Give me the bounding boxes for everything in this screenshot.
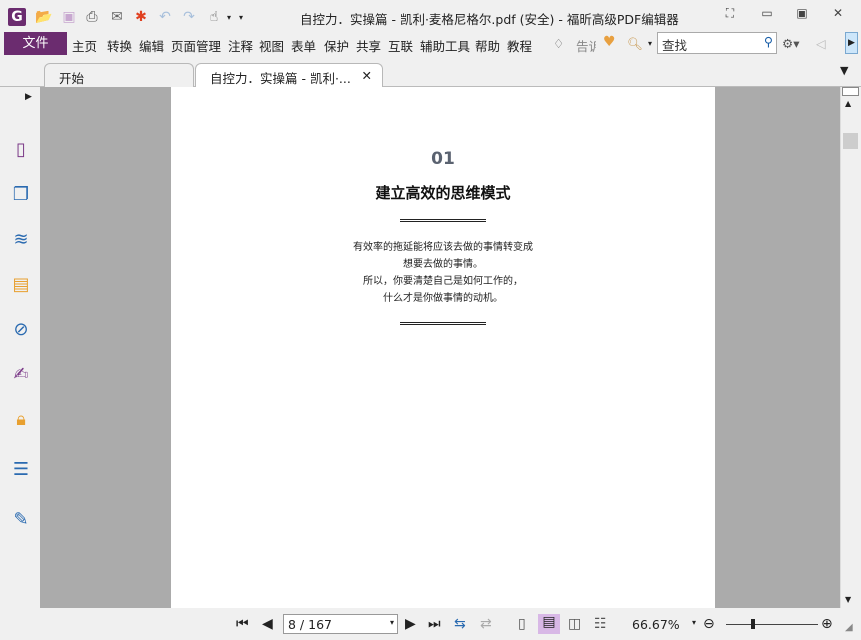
comments-icon[interactable]: ▤: [10, 274, 32, 296]
body-line: 想要去做的事情。: [403, 259, 483, 270]
menu-home[interactable]: 主页: [72, 36, 97, 55]
first-page-icon[interactable]: ⏮: [236, 616, 249, 632]
tab-document[interactable]: 自控力．实操篇 - 凯利·... ✕: [195, 63, 383, 88]
resize-grip-icon[interactable]: ◢: [845, 622, 853, 633]
form-fields-icon[interactable]: ☰: [10, 459, 32, 481]
divider: [400, 219, 486, 222]
vertical-scrollbar[interactable]: ▲ ▼: [840, 87, 861, 608]
menu-connect[interactable]: 互联: [388, 36, 413, 55]
expand-panel-icon[interactable]: ▶: [25, 92, 32, 102]
divider: [400, 322, 486, 325]
page-thumbnails-icon[interactable]: ▯: [10, 139, 32, 161]
signature-icon[interactable]: ✍: [10, 364, 32, 386]
chapter-number: 01: [431, 149, 455, 169]
chevron-down-icon[interactable]: ▾: [692, 618, 696, 627]
status-bar: ⏮ ◀ 8 / 167 ▾ ▶ ⏭ ⇆ ⇄ ▯ ▤ ◫ ☷ 66.67% ▾ ⊖ …: [0, 608, 861, 640]
body-line: 有效率的拖延能将应该去做的事情转变成: [353, 242, 533, 253]
single-page-icon[interactable]: ▯: [518, 616, 526, 632]
minimize-button[interactable]: ▭: [757, 6, 777, 24]
facing-pages-icon[interactable]: ◫: [568, 616, 581, 632]
window-title: 自控力．实操篇 - 凯利·麦格尼格尔.pdf (安全) - 福昕高级PDF编辑器: [300, 12, 679, 27]
email-icon[interactable]: ✉: [108, 8, 126, 26]
chapter-title: 建立高效的思维模式: [375, 184, 511, 202]
menu-accessibility[interactable]: 辅助工具: [420, 36, 470, 55]
new-document-icon[interactable]: ✱: [132, 8, 150, 26]
menu-share[interactable]: 共享: [356, 36, 381, 55]
customize-toolbar-icon[interactable]: ▾: [232, 8, 250, 26]
scroll-right-button[interactable]: ▶: [845, 32, 858, 54]
menu-help[interactable]: 帮助: [475, 36, 500, 55]
pdf-page: 01 建立高效的思维模式 有效率的拖延能将应该去做的事情转变成 想要去做的事情。…: [171, 87, 715, 608]
zoom-in-icon[interactable]: ⊕: [821, 616, 833, 632]
lock-icon[interactable]: 🔒︎: [10, 409, 32, 431]
open-folder-icon[interactable]: 📂: [35, 8, 53, 26]
tab-list-icon[interactable]: ▼: [840, 64, 848, 77]
menu-convert[interactable]: 转换: [107, 36, 132, 55]
close-tab-icon[interactable]: ✕: [362, 68, 372, 83]
tab-label: 开始: [59, 71, 85, 86]
search-input[interactable]: 查找 ⚲: [657, 32, 777, 54]
scroll-up-icon[interactable]: ▲: [845, 99, 851, 108]
layers-icon[interactable]: ≋: [10, 229, 32, 251]
menu-page-management[interactable]: 页面管理: [171, 36, 221, 55]
tab-label: 自控力．实操篇 - 凯利·...: [210, 71, 351, 86]
zoom-slider-thumb[interactable]: [750, 619, 755, 629]
continuous-page-icon[interactable]: ▤: [538, 614, 560, 634]
fullscreen-icon[interactable]: ⛶: [720, 6, 740, 24]
scrollbar-thumb[interactable]: [843, 133, 858, 149]
next-page-icon[interactable]: ▶: [405, 616, 416, 632]
search-icon[interactable]: ⚲: [764, 34, 773, 49]
body-line: 所以，你要清楚自己是如何工作的，: [363, 276, 523, 287]
redo-icon[interactable]: ↷: [180, 8, 198, 26]
page-number: 8 / 167: [288, 617, 332, 632]
save-icon[interactable]: ▣: [60, 8, 78, 26]
undo-icon[interactable]: ↶: [156, 8, 174, 26]
menu-view[interactable]: 视图: [259, 36, 284, 55]
menu-file[interactable]: 文件: [4, 32, 67, 55]
previous-view-icon[interactable]: ⇆: [454, 616, 466, 632]
page-number-input[interactable]: 8 / 167 ▾: [283, 614, 398, 634]
heart-icon[interactable]: ♥: [603, 34, 616, 50]
ribbon-menu: 文件 主页 转换 编辑 页面管理 注释 视图 表单 保护 共享 互联 辅助工具 …: [0, 32, 861, 56]
title-bar: G 📂 ▣ ⎙ ✉ ✱ ↶ ↷ ☝ ▾ ▾ 自控力．实操篇 - 凯利·麦格尼格尔…: [0, 0, 861, 32]
chevron-down-icon[interactable]: ▾: [648, 39, 652, 48]
scroll-left-icon[interactable]: ◁: [816, 36, 826, 51]
zoom-slider[interactable]: [726, 624, 818, 625]
chevron-down-icon[interactable]: ▾: [390, 618, 394, 627]
tab-start[interactable]: 开始: [44, 63, 194, 87]
certificate-icon[interactable]: ✎: [10, 509, 32, 531]
zoom-out-icon[interactable]: ⊖: [703, 616, 715, 632]
menu-edit[interactable]: 编辑: [139, 36, 164, 55]
attachment-icon[interactable]: ⊘: [10, 319, 32, 341]
folder-search-icon[interactable]: 🔍︎: [627, 36, 643, 52]
last-page-icon[interactable]: ⏭: [428, 616, 441, 632]
next-view-icon[interactable]: ⇄: [480, 616, 492, 632]
document-viewer: 01 建立高效的思维模式 有效率的拖延能将应该去做的事情转变成 想要去做的事情。…: [40, 87, 840, 608]
maximize-button[interactable]: ▣: [792, 6, 812, 24]
menu-tutorial[interactable]: 教程: [507, 36, 532, 55]
search-placeholder: 查找: [662, 38, 688, 53]
menu-form[interactable]: 表单: [291, 36, 316, 55]
previous-page-icon[interactable]: ◀: [262, 616, 273, 632]
menu-protect[interactable]: 保护: [324, 36, 349, 55]
pages-icon[interactable]: ❐: [10, 184, 32, 206]
continuous-facing-icon[interactable]: ☷: [594, 616, 607, 632]
gear-icon[interactable]: ⚙▾: [782, 36, 799, 51]
menu-comment[interactable]: 注释: [228, 36, 253, 55]
navigation-panel: ▶ ▯ ❐ ≋ ▤ ⊘ ✍ 🔒︎ ☰ ✎: [0, 87, 44, 608]
split-handle[interactable]: [842, 87, 859, 96]
app-logo-icon: G: [8, 8, 26, 26]
scroll-down-icon[interactable]: ▼: [845, 595, 851, 604]
zoom-level[interactable]: 66.67%: [632, 617, 680, 632]
lightbulb-icon[interactable]: ♢: [553, 36, 564, 51]
print-icon[interactable]: ⎙: [83, 8, 101, 26]
document-tabs: 开始 自控力．实操篇 - 凯利·... ✕ ▼: [0, 56, 861, 88]
body-line: 什么才是你做事情的动机。: [383, 293, 503, 304]
tell-me[interactable]: 告诉: [576, 36, 596, 55]
close-button[interactable]: ✕: [828, 6, 848, 24]
